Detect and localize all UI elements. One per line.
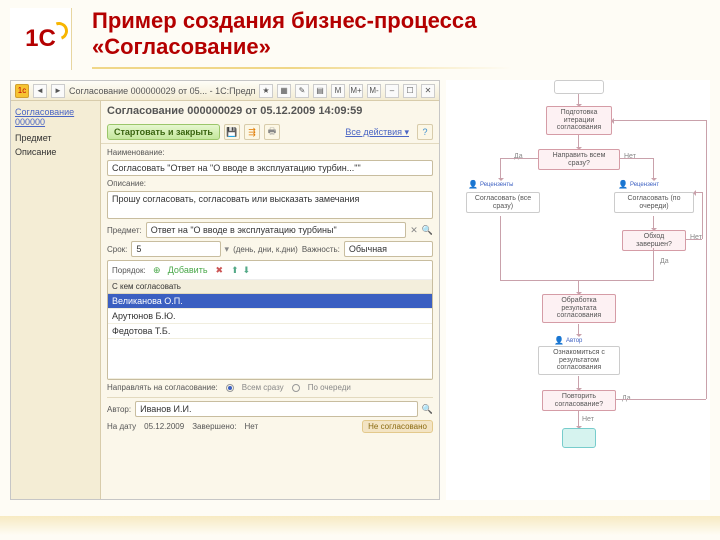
send-mode-label: Направлять на согласование: xyxy=(107,383,218,392)
subject-input[interactable]: Ответ на "О вводе в эксплуатацию турбины… xyxy=(146,222,407,238)
flow-review-box: Ознакомиться с результатом согласования xyxy=(538,346,620,375)
all-actions-link[interactable]: Все действия ▾ xyxy=(345,127,409,138)
clear-icon[interactable]: ✕ xyxy=(410,225,418,236)
minimize-button[interactable]: – xyxy=(385,84,399,98)
m-button[interactable]: M xyxy=(331,84,345,98)
flow-actor-author: 👤Автор xyxy=(554,336,582,345)
start-close-button[interactable]: Стартовать и закрыть xyxy=(107,124,220,140)
route-seq-radio[interactable] xyxy=(292,384,300,392)
person-icon: 👤 xyxy=(468,180,478,189)
add-icon[interactable]: ⊕ xyxy=(150,263,164,277)
calc-icon[interactable]: ▤ xyxy=(313,84,327,98)
done-label: Завершено: xyxy=(192,422,236,431)
reviewers-table: Порядок: ⊕ Добавить ✖ ⬆ ⬇ С кем согласов… xyxy=(107,260,433,380)
open-icon[interactable]: 🔍 xyxy=(422,404,433,415)
person-icon: 👤 xyxy=(554,336,564,345)
days-input[interactable]: 5 xyxy=(131,241,220,257)
nav-back-button[interactable]: ◄ xyxy=(33,84,47,98)
fav-button[interactable]: ★ xyxy=(259,84,273,98)
route-all-label: Всем сразу xyxy=(242,383,284,392)
nav-item[interactable]: Описание xyxy=(15,147,96,157)
brand-logo: 1С xyxy=(10,8,72,70)
flow-no-label: Нет xyxy=(582,416,594,423)
reviewers-col-header: С кем согласовать xyxy=(108,280,432,294)
nav-fwd-button[interactable]: ► xyxy=(51,84,65,98)
flow-actor-group: 👤Рецензенты xyxy=(468,180,513,189)
flowchart: Подготовка итерации согласования Направи… xyxy=(446,80,710,500)
name-label: Наименование: xyxy=(107,148,433,157)
slide-title: Пример создания бизнес-процесса «Согласо… xyxy=(92,8,700,61)
flow-task-seq: Согласовать (по очереди) xyxy=(614,192,694,213)
person-icon: 👤 xyxy=(618,180,628,189)
flow-yes-label: Да xyxy=(660,258,669,265)
maximize-button[interactable]: ☐ xyxy=(403,84,417,98)
app-window: 1c ◄ ► Согласование 000000029 от 05... -… xyxy=(10,80,440,500)
form-title: Согласование 000000029 от 05.12.2009 14:… xyxy=(101,101,439,121)
mminus-button[interactable]: M- xyxy=(367,84,381,98)
author-input[interactable]: Иванов И.И. xyxy=(135,401,418,417)
flow-icon[interactable]: ⇶ xyxy=(244,124,260,140)
flow-split-decision: Направить всем сразу? xyxy=(538,149,620,170)
move-up-icon[interactable]: ⬆ xyxy=(231,265,239,276)
nav-pane: Согласование 000000 Предмет Описание xyxy=(11,101,101,499)
flow-actor-single: 👤Рецензент xyxy=(618,180,659,189)
delete-icon[interactable]: ✖ xyxy=(216,265,224,276)
attach-icon[interactable]: ✎ xyxy=(295,84,309,98)
window-titlebar: 1c ◄ ► Согласование 000000029 от 05... -… xyxy=(11,81,439,101)
tool-icon[interactable]: ▦ xyxy=(277,84,291,98)
desc-label: Описание: xyxy=(107,179,433,188)
days-unit: (день, дни, к.дни) xyxy=(233,245,298,254)
date-value: 05.12.2009 xyxy=(144,422,184,431)
flow-end xyxy=(562,428,596,448)
date-label: На дату xyxy=(107,422,136,431)
flow-proc-box: Обработка результата согласования xyxy=(542,294,616,323)
flow-task-all: Согласовать (все сразу) xyxy=(466,192,540,213)
app-icon: 1c xyxy=(15,84,29,98)
order-label: Порядок: xyxy=(112,266,146,275)
state-badge: Не согласовано xyxy=(362,420,433,433)
priority-input[interactable]: Обычная xyxy=(344,241,433,257)
nav-heading[interactable]: Согласование 000000 xyxy=(15,107,96,127)
subject-label: Предмет: xyxy=(107,226,142,235)
name-input[interactable]: Согласовать "Ответ на "О вводе в эксплуа… xyxy=(107,160,433,176)
route-seq-label: По очереди xyxy=(308,383,351,392)
table-row[interactable]: Великанова О.П. xyxy=(108,294,432,309)
mplus-button[interactable]: M+ xyxy=(349,84,363,98)
priority-label: Важность: xyxy=(302,245,340,254)
add-button[interactable]: Добавить xyxy=(168,265,208,275)
window-title: Согласование 000000029 от 05... - 1С:Пре… xyxy=(69,86,255,96)
flow-start xyxy=(554,80,604,94)
open-icon[interactable]: 🔍 xyxy=(422,225,433,236)
save-icon[interactable]: 💾 xyxy=(224,124,240,140)
flow-repeat-decision: Повторить согласование? xyxy=(542,390,616,411)
print-icon[interactable]: 🖶 xyxy=(264,124,280,140)
nav-item[interactable]: Предмет xyxy=(15,133,96,143)
due-label: Срок: xyxy=(107,245,127,254)
flow-loop-decision: Обход завершен? xyxy=(622,230,686,251)
flow-prep-box: Подготовка итерации согласования xyxy=(546,106,612,135)
route-all-radio[interactable] xyxy=(226,384,234,392)
table-row[interactable]: Федотова Т.Б. xyxy=(108,324,432,339)
done-value: Нет xyxy=(245,422,259,431)
author-label: Автор: xyxy=(107,405,131,414)
table-row[interactable]: Арутюнов Б.Ю. xyxy=(108,309,432,324)
help-icon[interactable]: ? xyxy=(417,124,433,140)
table-row[interactable] xyxy=(108,339,432,379)
move-down-icon[interactable]: ⬇ xyxy=(243,265,251,276)
desc-textarea[interactable]: Прошу согласовать, согласовать или выска… xyxy=(107,191,433,219)
close-button[interactable]: ✕ xyxy=(421,84,435,98)
